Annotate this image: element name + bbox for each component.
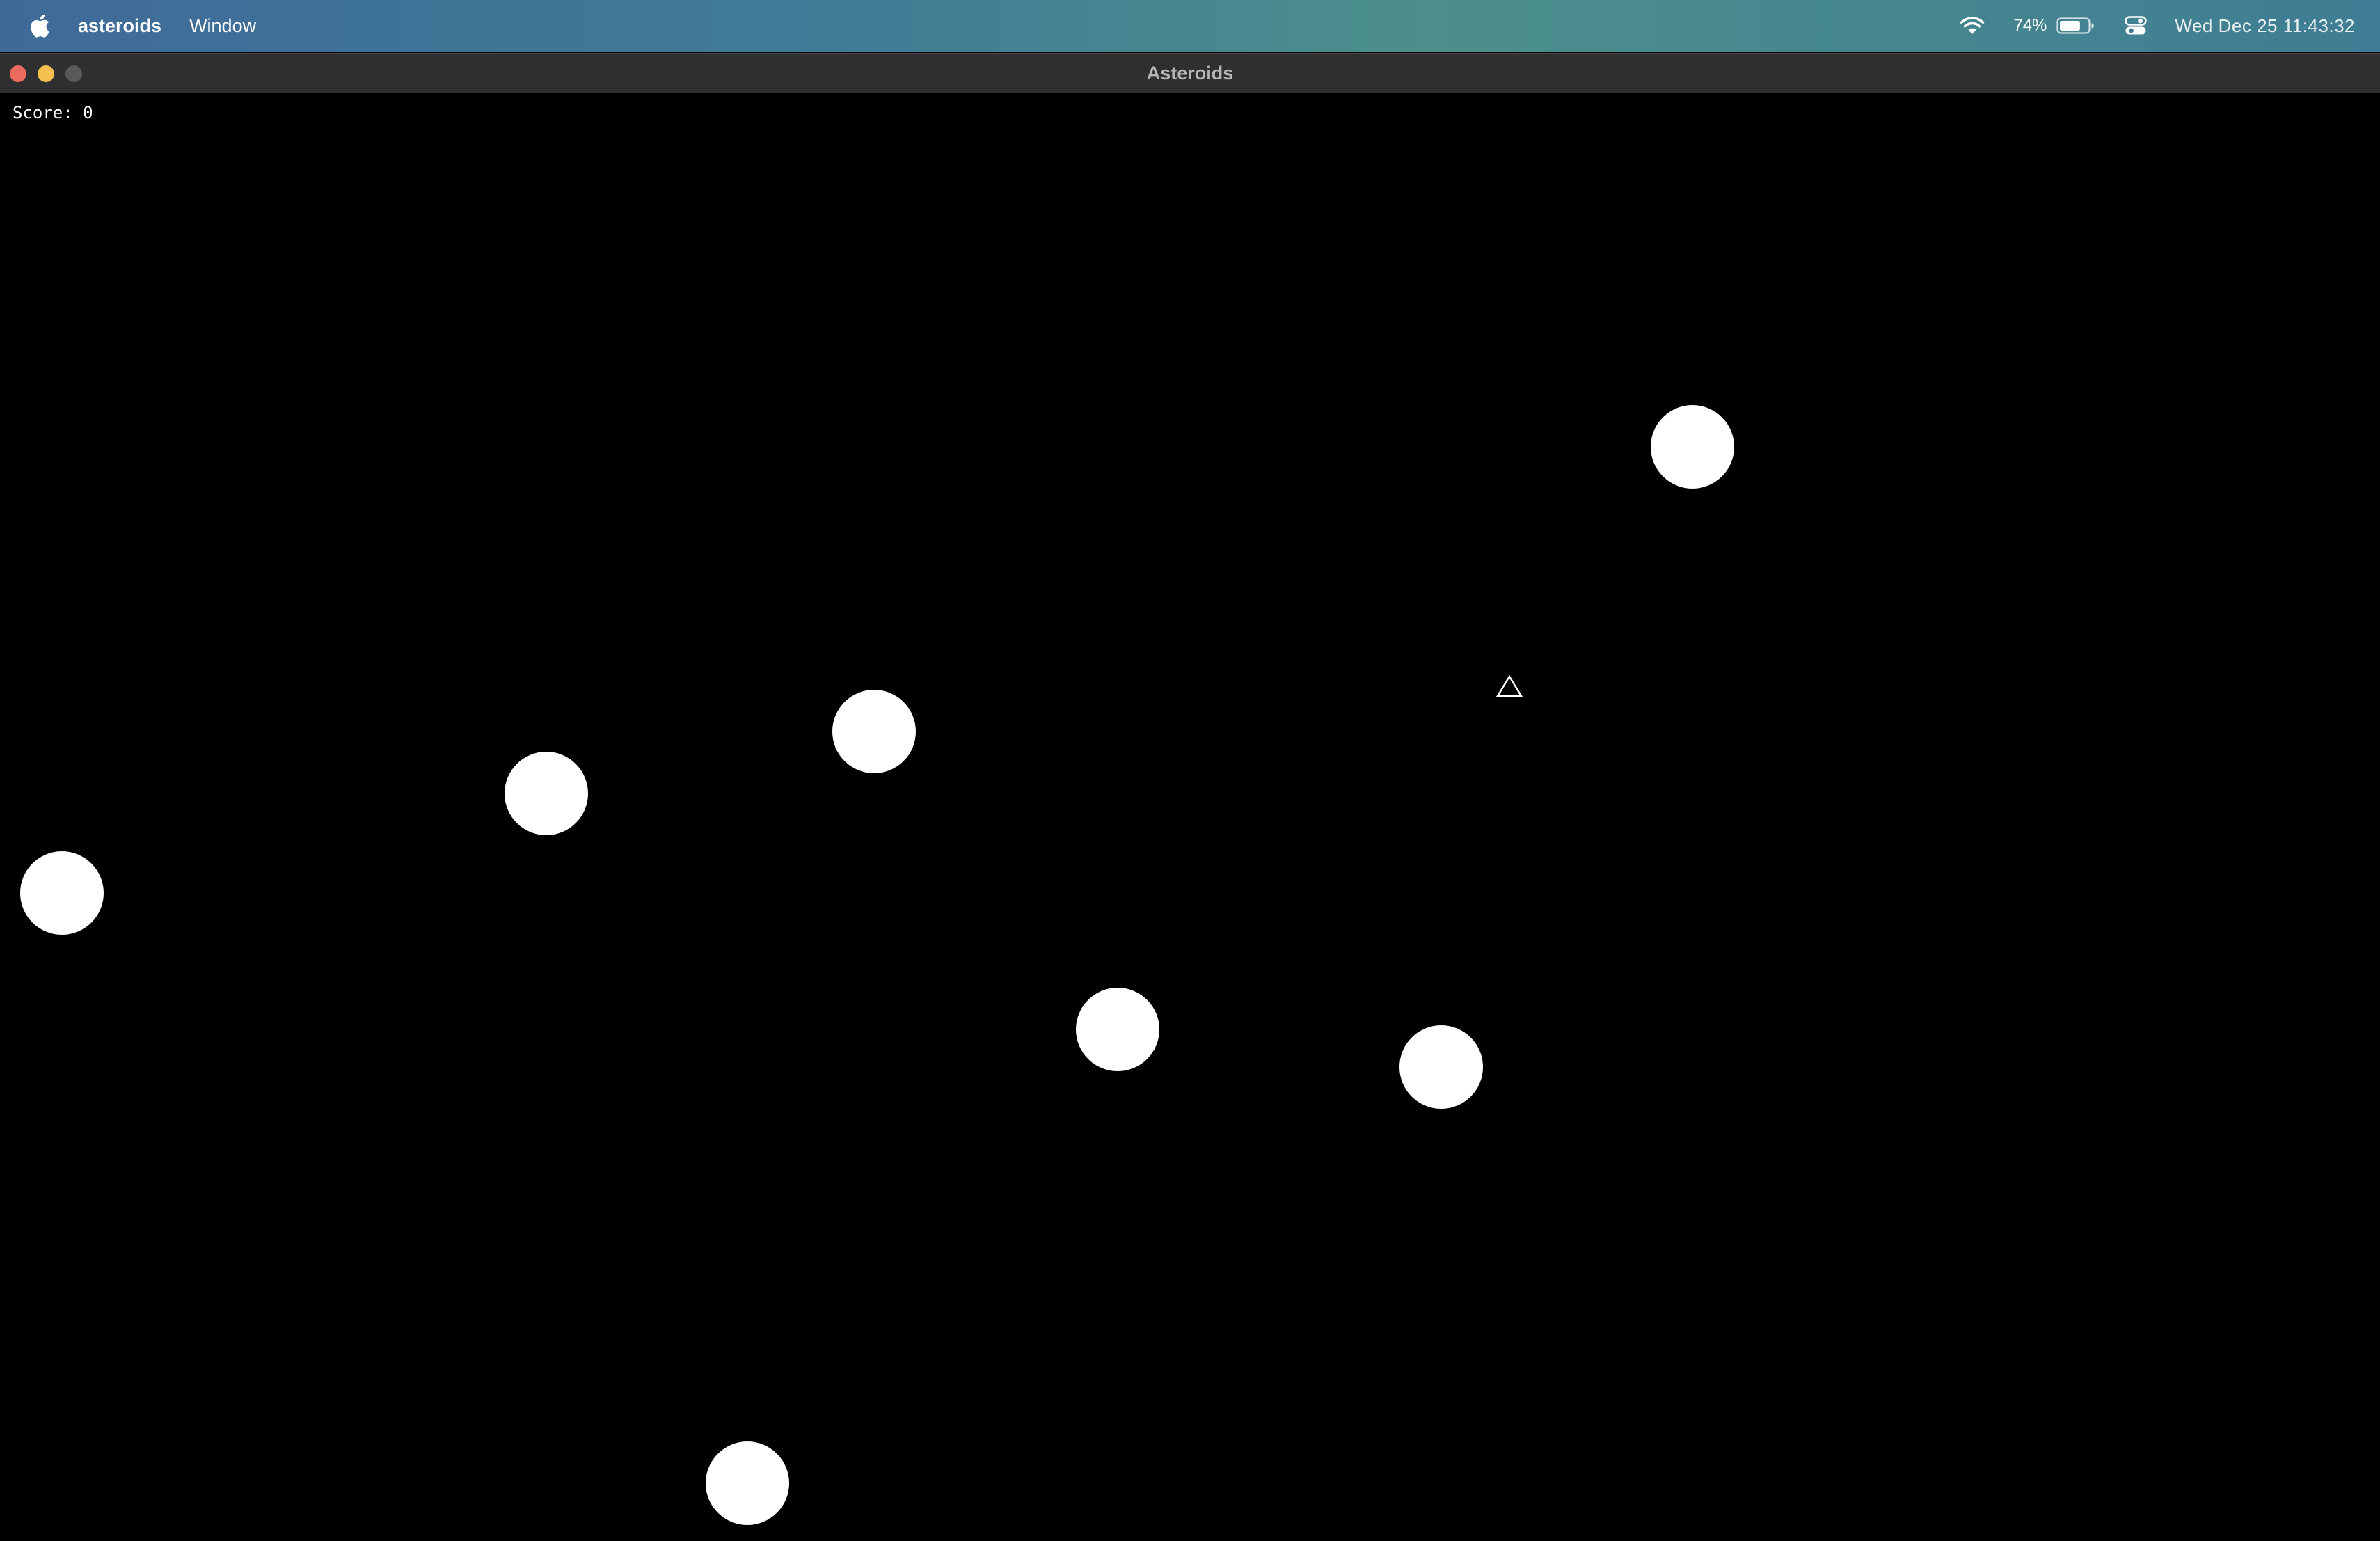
asteroid [505, 752, 588, 835]
battery-icon[interactable] [2056, 17, 2095, 35]
window-controls [10, 65, 93, 82]
asteroid [1076, 988, 1159, 1071]
menu-item-window[interactable]: Window [189, 15, 256, 37]
menu-bar: asteroids Window 74% Wed Dec 25 11:43:32 [0, 0, 2380, 52]
asteroid [20, 851, 104, 935]
minimize-window-button[interactable] [38, 65, 54, 82]
window-title-bar[interactable]: Asteroids [0, 53, 2380, 93]
asteroid [832, 690, 916, 773]
battery-percentage: 74% [2013, 16, 2047, 35]
menu-bar-clock[interactable]: Wed Dec 25 11:43:32 [2175, 15, 2355, 37]
asteroid [706, 1441, 789, 1525]
maximize-window-button[interactable] [65, 65, 82, 82]
control-center-icon[interactable] [2125, 16, 2148, 35]
menu-bar-left: asteroids Window [28, 0, 1935, 52]
player-ship [1496, 674, 1523, 697]
apple-icon[interactable] [28, 12, 51, 40]
close-window-button[interactable] [10, 65, 26, 82]
menu-app-name[interactable]: asteroids [78, 15, 161, 37]
game-canvas[interactable]: Score: 0 [0, 93, 2380, 1541]
game-field [20, 405, 1734, 1525]
asteroid [1651, 405, 1734, 489]
asteroid [1399, 1025, 1483, 1109]
wifi-icon[interactable] [1959, 16, 1985, 35]
window-title: Asteroids [1146, 63, 1234, 84]
menu-bar-right: 74% Wed Dec 25 11:43:32 [1935, 0, 2355, 52]
